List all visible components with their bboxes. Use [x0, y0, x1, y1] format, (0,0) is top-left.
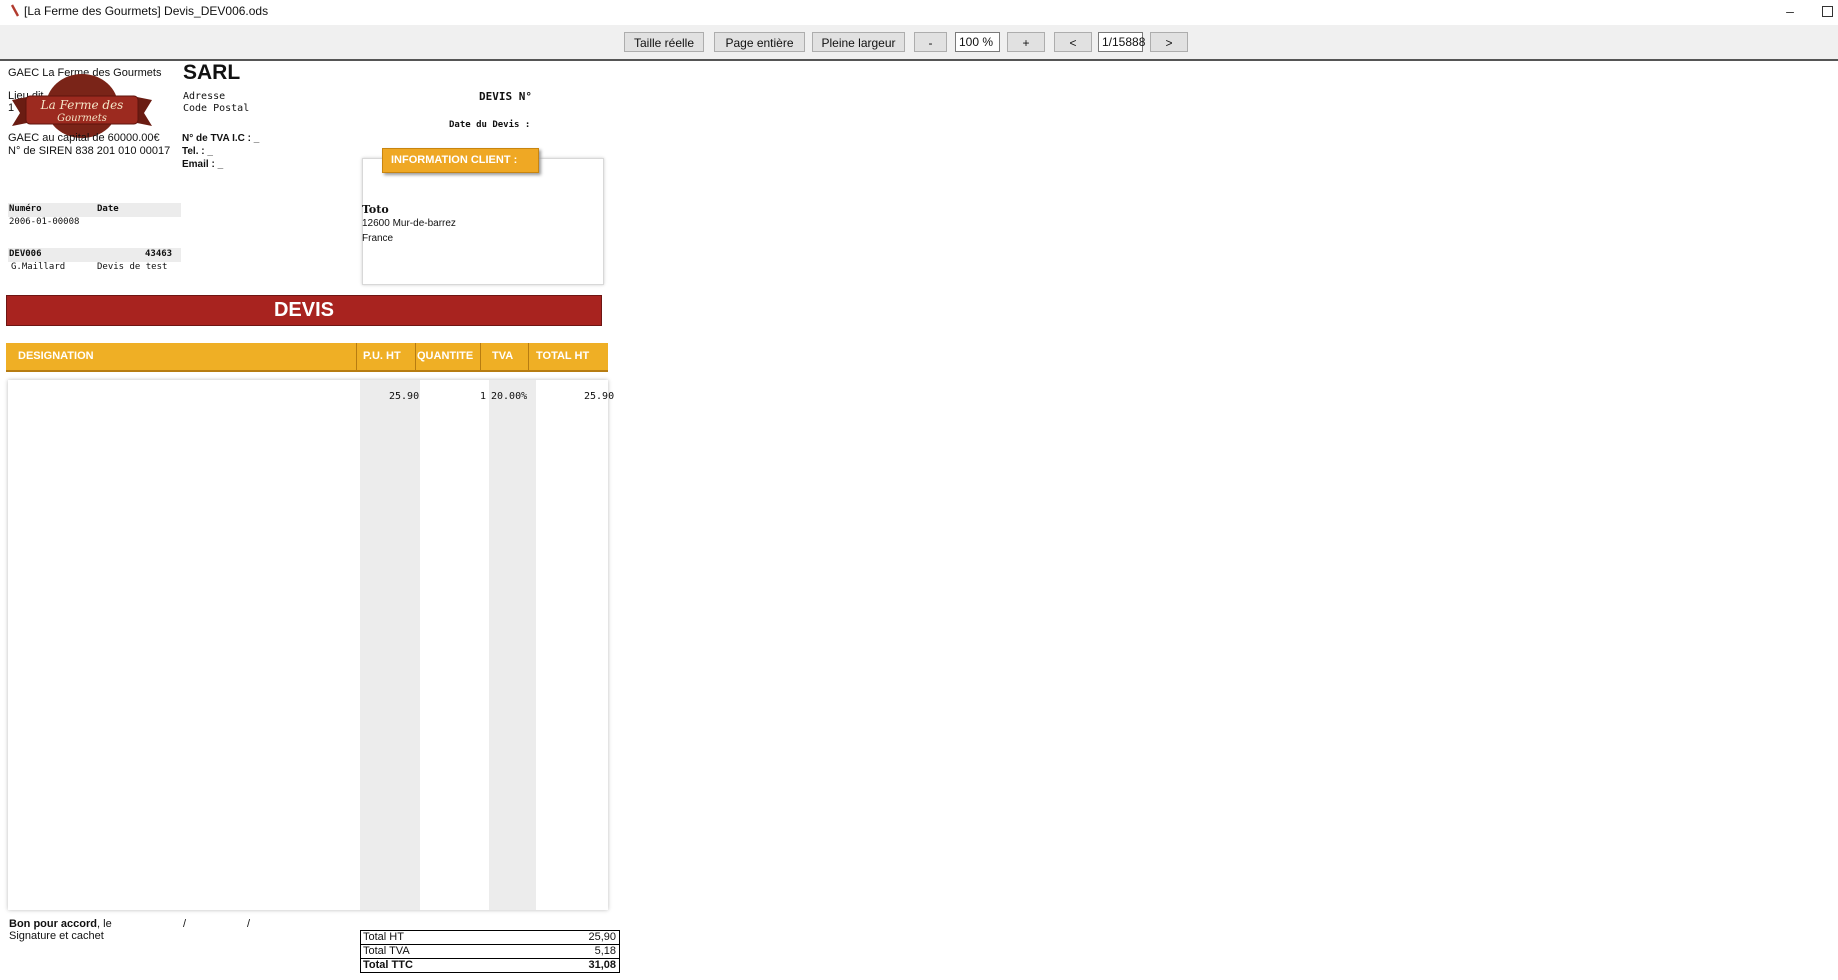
header-total: TOTAL HT — [536, 350, 590, 362]
zoom-input[interactable]: 100 % — [955, 32, 1000, 52]
total-tva-label: Total TVA — [363, 945, 410, 957]
total-tva-row: Total TVA 5,18 — [361, 945, 619, 959]
client-country: France — [362, 233, 394, 244]
header-quantity: QUANTITE — [417, 350, 474, 362]
full-page-button[interactable]: Page entière — [714, 32, 805, 52]
unit-price-column — [360, 380, 420, 910]
client-info-label: INFORMATION CLIENT : — [382, 148, 539, 173]
row-total: 25.90 — [584, 391, 615, 402]
minimize-button[interactable]: – — [1775, 2, 1805, 22]
col-date-label: Date — [97, 204, 119, 214]
col-number-label: Numéro — [9, 204, 42, 214]
page-input[interactable]: 1/15888 — [1098, 32, 1145, 52]
title-bar: [La Ferme des Gourmets] Devis_DEV006.ods… — [0, 0, 1838, 24]
full-width-button[interactable]: Pleine largeur — [812, 32, 905, 52]
company-logo: La Ferme des Gourmets — [12, 74, 152, 138]
header-unit-price: P.U. HT — [363, 350, 401, 362]
header-address: Adresse — [183, 91, 226, 102]
vat-column — [489, 380, 536, 910]
total-ttc-label: Total TTC — [363, 959, 413, 971]
agreement-bold: Bon pour accord — [9, 918, 98, 930]
items-table-header: DESIGNATION P.U. HT QUANTITE TVA TOTAL H… — [6, 343, 608, 372]
number-value: 2006-01-00008 — [9, 217, 80, 227]
viewer-toolbar: Taille réelle Page entière Pleine largeu… — [0, 25, 1838, 61]
total-ht-row: Total HT 25,90 — [361, 931, 619, 945]
previous-page-button[interactable]: < — [1054, 32, 1092, 52]
devis-banner: DEVIS — [6, 295, 602, 326]
maximize-button[interactable] — [1815, 2, 1837, 22]
total-ht-label: Total HT — [363, 931, 404, 943]
header-postal-code: Code Postal — [183, 103, 250, 114]
agreement-line: Bon pour accord, le — [9, 918, 112, 930]
zoom-out-button[interactable]: - — [914, 32, 947, 52]
date-slash: / — [183, 918, 187, 930]
quote-author: G.Maillard — [11, 262, 66, 272]
total-ttc-row: Total TTC 31,08 — [361, 959, 619, 972]
quote-description: Devis de test — [97, 262, 168, 272]
total-ht-value: 25,90 — [588, 931, 616, 943]
row-vat: 20.00% — [491, 391, 528, 402]
vat-number: N° de TVA I.C : _ — [182, 133, 260, 144]
actual-size-button[interactable]: Taille réelle — [624, 32, 704, 52]
header-designation: DESIGNATION — [18, 350, 94, 362]
total-ttc-value: 31,08 — [588, 959, 616, 971]
agreement-rest: , le — [97, 918, 112, 930]
company-siren: N° de SIREN 838 201 010 00017 — [8, 145, 171, 157]
header-separator — [528, 343, 529, 370]
signature-label: Signature et cachet — [9, 930, 104, 942]
app-icon — [10, 4, 20, 17]
row-quantity: 1 — [480, 391, 487, 402]
logo-text-line1: La Ferme des — [40, 98, 124, 112]
logo-text-line2: Gourmets — [57, 113, 107, 124]
quote-ref: DEV006 — [9, 249, 42, 259]
quote-number-label: DEVIS N° — [479, 90, 532, 103]
company-capital: GAEC au capital de 60000.00€ — [8, 132, 160, 144]
total-tva-value: 5,18 — [594, 945, 616, 957]
quote-date-label: Date du Devis : — [449, 120, 531, 130]
next-page-button[interactable]: > — [1150, 32, 1188, 52]
totals-table: Total HT 25,90 Total TVA 5,18 Total TTC … — [360, 930, 620, 973]
client-name: Toto — [362, 203, 389, 216]
header-separator — [480, 343, 481, 370]
header-separator — [356, 343, 357, 370]
legal-form: SARL — [183, 61, 241, 84]
header-vat: TVA — [492, 350, 514, 362]
email: Email : _ — [182, 159, 224, 170]
quote-ref-value: 43463 — [145, 249, 173, 259]
row-unit-price: 25.90 — [389, 391, 420, 402]
header-separator — [415, 343, 416, 370]
zoom-in-button[interactable]: + — [1007, 32, 1045, 52]
client-address: 12600 Mur-de-barrez — [362, 218, 456, 229]
maximize-icon — [1822, 6, 1833, 17]
window-title: [La Ferme des Gourmets] Devis_DEV006.ods — [24, 4, 269, 18]
telephone: Tel. : _ — [182, 146, 213, 157]
date-slash: / — [247, 918, 251, 930]
